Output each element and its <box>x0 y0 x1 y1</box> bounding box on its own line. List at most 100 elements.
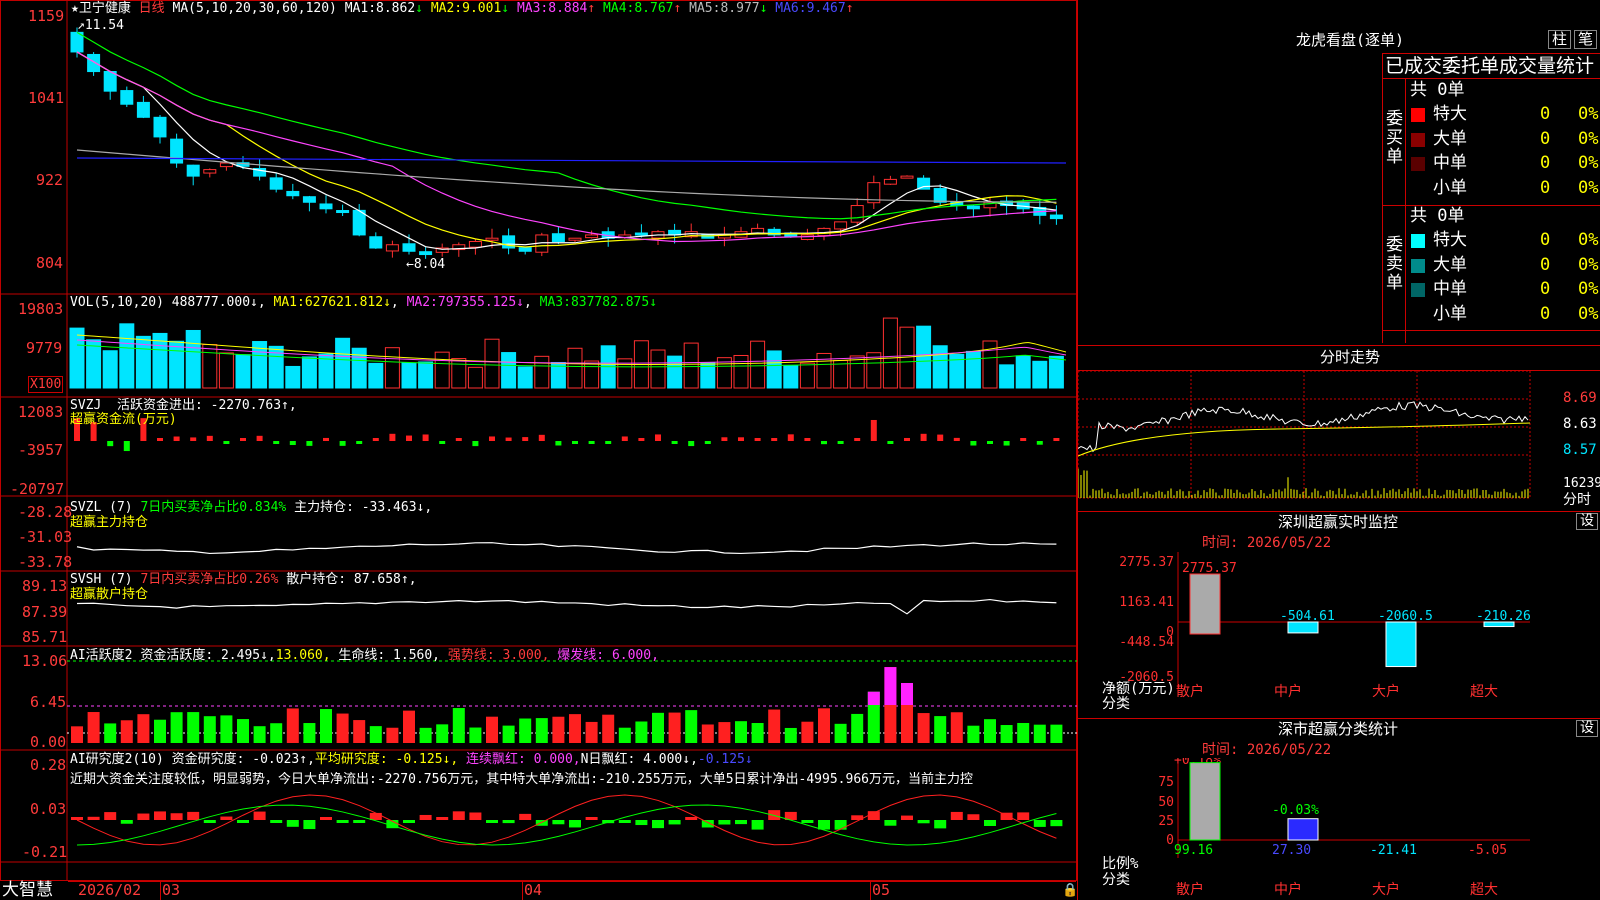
monitor-bar <box>1189 573 1221 635</box>
research-bar <box>71 817 83 820</box>
svzl-panel[interactable] <box>76 542 1057 555</box>
flow-bar <box>904 437 910 441</box>
monitor-settings-button[interactable]: 设 <box>1576 513 1598 530</box>
activity-bar <box>320 709 332 743</box>
activity-bar <box>784 727 797 743</box>
period-label[interactable]: 日线 <box>139 1 165 16</box>
ai2-tick: -0.21 <box>22 843 68 861</box>
monitor-title: 深圳超赢实时监控 <box>1278 513 1399 531</box>
monitor-value: 2775.37 <box>1182 561 1237 576</box>
research-bar <box>884 820 897 826</box>
tab-tick[interactable]: 笔 <box>1574 30 1598 49</box>
research-bar <box>436 817 449 820</box>
candle <box>153 116 167 138</box>
candle <box>568 237 582 241</box>
price-panel[interactable] <box>70 27 1067 259</box>
flow-bar <box>854 438 861 441</box>
activity-burst <box>884 667 897 705</box>
activity-burst <box>901 682 913 705</box>
dragon-row-pct: 0% <box>1578 177 1599 198</box>
flow-bar <box>406 435 412 441</box>
buy-side-label: 委买单 <box>1386 109 1403 167</box>
activity-bar <box>668 712 681 743</box>
ai-research-panel[interactable] <box>71 794 1063 846</box>
volume-panel[interactable] <box>69 317 1067 389</box>
monitor-category: 中户 <box>1274 683 1302 700</box>
lock-icon[interactable]: 🔒 <box>1062 883 1078 898</box>
candle <box>518 247 532 252</box>
volume-bar <box>766 350 782 389</box>
monitor-cat-label: 分类 <box>1102 696 1130 712</box>
flow-bar <box>987 441 993 444</box>
flow-bar <box>323 437 329 441</box>
activity-bar <box>967 725 980 743</box>
flow-bar <box>937 434 944 441</box>
dragon-row-pct: 0% <box>1578 153 1599 173</box>
flow-bar <box>1003 441 1010 446</box>
stock-name[interactable]: 卫宁健康 <box>79 1 131 16</box>
flow-bar <box>273 441 280 444</box>
ai-activity-panel[interactable] <box>67 660 1077 743</box>
date-label: 03 <box>162 881 181 899</box>
activity-bar <box>552 716 565 743</box>
svzl-sub: 超赢主力持仓 <box>70 515 149 530</box>
volume-bar <box>368 362 384 389</box>
ma1: MA1:8.862↓ <box>344 1 423 16</box>
classify-value: -5.05 <box>1468 843 1507 858</box>
legend-swatch <box>1411 132 1425 147</box>
dragon-row-label: 大单 <box>1433 128 1467 149</box>
research-bar <box>403 820 415 823</box>
activity-bar <box>834 723 847 743</box>
volume-bar <box>584 360 600 389</box>
activity-bar <box>452 708 465 743</box>
candle <box>385 244 399 252</box>
buy-total: 共 0单 <box>1410 80 1465 100</box>
volume-bar <box>501 352 517 389</box>
monitor-value: -210.26 <box>1476 609 1531 624</box>
volume-bar <box>799 362 815 389</box>
volume-bar <box>119 323 135 389</box>
ma2-line <box>76 51 1057 248</box>
svzl-tick: -33.78 <box>18 553 73 571</box>
research-bar <box>237 820 249 823</box>
candle <box>883 178 897 185</box>
flow-bar <box>754 438 761 441</box>
research-bar <box>170 813 183 820</box>
vol-unit: X100 <box>28 376 64 393</box>
candle <box>834 221 848 230</box>
activity-bar <box>701 724 714 743</box>
volume-bar <box>965 350 981 389</box>
research-bar <box>934 820 947 829</box>
research-bar <box>751 820 764 830</box>
research-bar <box>502 820 515 824</box>
volume-bar <box>467 366 483 389</box>
research-bar <box>901 815 913 820</box>
activity-bar <box>652 712 664 743</box>
intraday-chart[interactable] <box>1078 371 1600 511</box>
research-bar <box>718 820 731 825</box>
activity-burst <box>867 691 880 705</box>
research-bar <box>336 820 349 823</box>
volume-bar <box>999 364 1015 389</box>
flow-bar <box>306 441 313 446</box>
classify-chart[interactable]: 7550250+0.18%-0.03%99.16散户27.30中户-21.41大… <box>1078 758 1600 900</box>
intraday-frame <box>1078 371 1531 499</box>
activity-bar <box>87 712 100 743</box>
volume-bar <box>401 362 417 389</box>
candle <box>966 205 980 210</box>
ai1-tick: 0.00 <box>30 733 67 751</box>
dragon-row-pct: 0% <box>1578 254 1599 275</box>
tab-bar[interactable]: 柱 <box>1548 30 1572 49</box>
svsh-panel[interactable] <box>76 598 1057 615</box>
candle <box>319 203 333 210</box>
flow-bar <box>787 434 794 441</box>
ai1-tick: 6.45 <box>30 693 67 711</box>
candle <box>933 188 947 203</box>
dragon-row-count: 0 <box>1540 279 1551 299</box>
flow-bar <box>953 437 960 441</box>
svzj-panel[interactable] <box>74 418 1060 452</box>
classify-settings-button[interactable]: 设 <box>1576 720 1598 737</box>
research-bar <box>286 820 299 827</box>
volume-bar <box>384 347 400 389</box>
dragon-header: 已成交委托单成交量统计 <box>1385 55 1595 77</box>
